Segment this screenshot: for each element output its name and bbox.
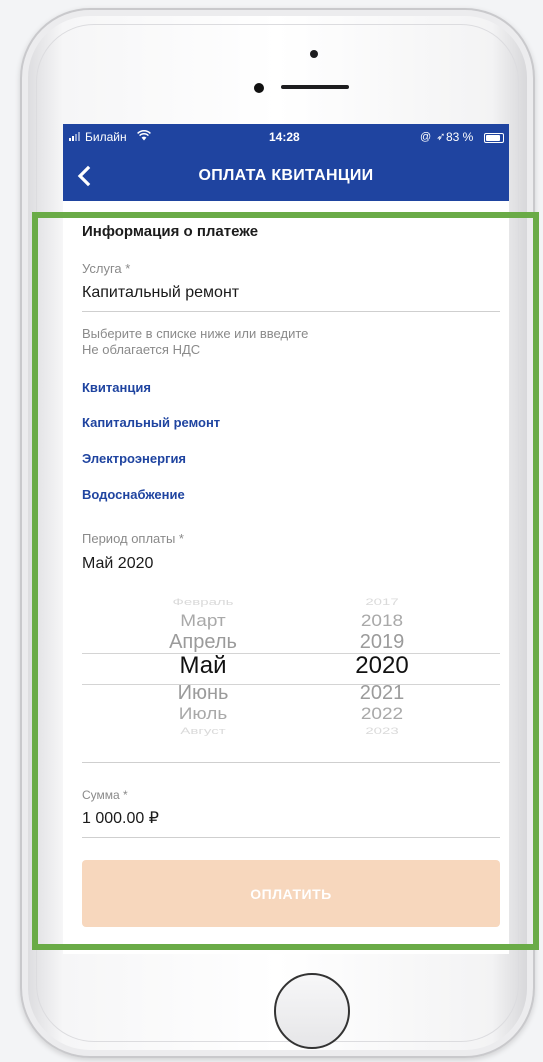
earpiece-speaker: [281, 85, 349, 89]
proximity-sensor: [254, 83, 264, 93]
carrier-name: Билайн: [85, 130, 127, 144]
signal-icon: [69, 132, 80, 141]
wifi-icon: [137, 129, 151, 144]
app-header: Билайн 14:28 @ ➶ 83 % ОПЛАТА КВИТАНЦИИ: [63, 124, 509, 201]
battery-percent: 83 %: [446, 130, 474, 144]
location-lock-icon: @ ➶: [420, 131, 447, 143]
status-time: 14:28: [269, 130, 300, 144]
status-bar: Билайн 14:28 @ ➶ 83 %: [63, 130, 509, 148]
home-button[interactable]: [274, 973, 350, 1049]
battery-icon: [484, 133, 504, 143]
highlight-frame: [32, 212, 539, 950]
page-title: ОПЛАТА КВИТАНЦИИ: [198, 167, 374, 184]
front-camera: [310, 50, 318, 58]
